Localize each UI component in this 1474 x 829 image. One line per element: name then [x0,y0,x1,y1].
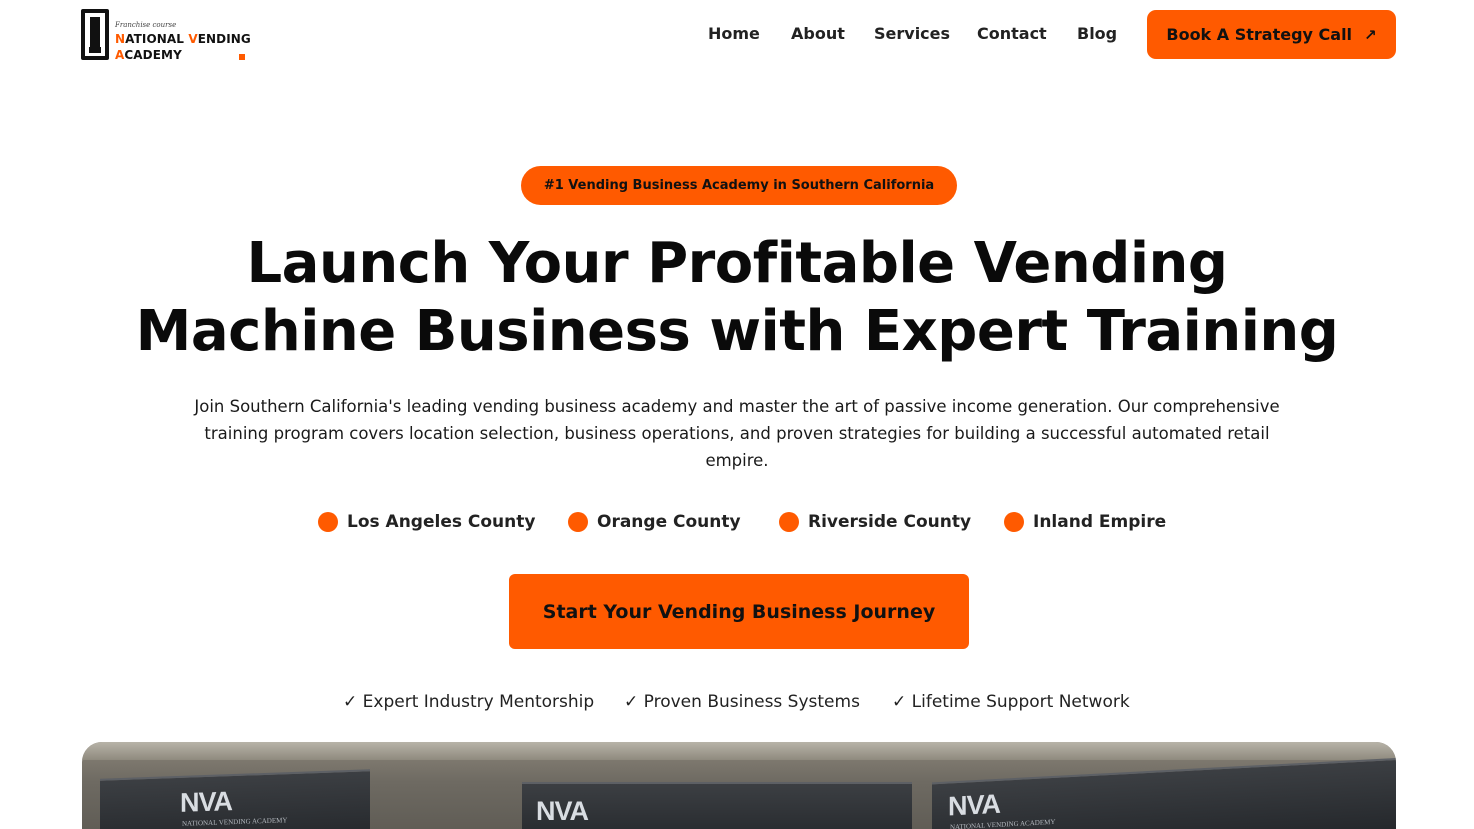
logo-name-line2: ACADEMY [115,48,182,62]
region-item: Riverside County [779,512,971,532]
book-strategy-call-button[interactable]: Book A Strategy Call ↗ [1147,10,1396,59]
hero-headline-line2: Machine Business with Expert Training [135,299,1339,364]
machine-logo: NVA [180,786,233,818]
hero-badge: #1 Vending Business Academy in Southern … [521,166,957,205]
machine-logo: NVA [536,796,589,826]
region-label: Orange County [597,512,741,532]
machine-logo: NVA [948,788,1001,822]
page: Franchise course NATIONAL VENDING ACADEM… [0,0,1474,829]
nav-about[interactable]: About [791,24,845,43]
region-label: Los Angeles County [347,512,536,532]
book-strategy-call-label: Book A Strategy Call [1166,25,1353,44]
site-header: Franchise course NATIONAL VENDING ACADEM… [0,0,1474,72]
arrow-up-right-icon: ↗ [1364,25,1377,44]
vending-machine-image: NVA NATIONAL VENDING ACADEMY [932,757,1396,829]
vending-machine-image: NVA NATIONAL VENDING ACADEMY [522,782,912,829]
region-item: Inland Empire [1004,512,1166,532]
logo-dot [239,54,245,60]
region-label: Riverside County [808,512,972,532]
location-dot-icon [779,512,799,532]
nav-blog[interactable]: Blog [1077,24,1117,43]
vending-machine-image: NVA NATIONAL VENDING ACADEMY [100,769,370,829]
location-dot-icon [1004,512,1024,532]
region-item: Orange County [568,512,741,532]
hero-photo: NVA NATIONAL VENDING ACADEMY NVA NATIONA… [82,742,1396,829]
photo-ceiling [82,742,1396,760]
region-list: Los Angeles County Orange County Riversi… [0,512,1474,538]
region-label: Inland Empire [1033,512,1167,532]
location-dot-icon [318,512,338,532]
nav-services[interactable]: Services [874,24,950,43]
hero-headline: Launch Your Profitable Vending Machine B… [0,230,1474,366]
hero-headline-line1: Launch Your Profitable Vending [246,231,1229,296]
nav-home[interactable]: Home [708,24,760,43]
feature-check-mentorship: ✓ Expert Industry Mentorship [343,692,595,712]
start-journey-button[interactable]: Start Your Vending Business Journey [509,574,969,649]
feature-check-systems: ✓ Proven Business Systems [624,692,860,712]
location-dot-icon [568,512,588,532]
feature-check-support: ✓ Lifetime Support Network [892,692,1130,712]
feature-checks: ✓ Expert Industry Mentorship ✓ Proven Bu… [0,692,1474,716]
nav-contact[interactable]: Contact [977,24,1047,43]
hero-subtext: Join Southern California's leading vendi… [194,397,1280,470]
region-item: Los Angeles County [318,512,535,532]
